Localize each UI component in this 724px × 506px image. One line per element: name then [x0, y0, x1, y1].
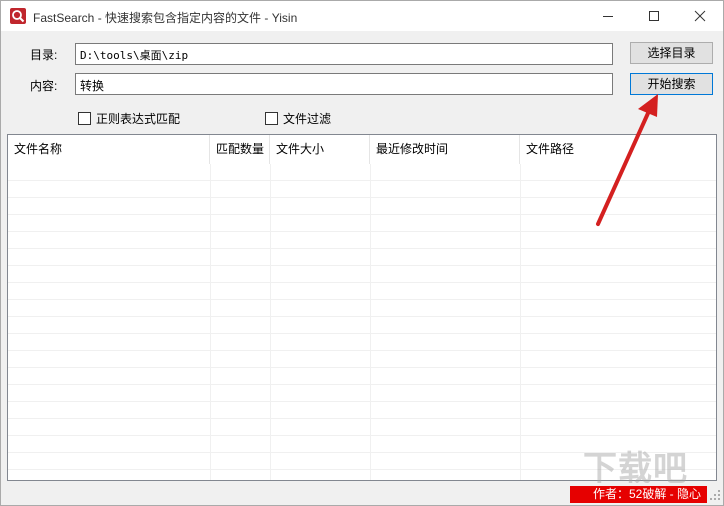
empty-row: [8, 300, 716, 317]
file-filter-checkbox[interactable]: 文件过滤: [265, 110, 331, 126]
status-bar: 作者：52破解 - 隐心: [1, 483, 723, 505]
minimize-button[interactable]: [585, 1, 631, 31]
empty-row: [8, 164, 716, 181]
column-divider: [270, 164, 271, 480]
app-window: FastSearch - 快速搜索包含指定内容的文件 - Yisin 目录: D…: [0, 0, 724, 506]
maximize-icon: [649, 11, 659, 21]
checkbox-box[interactable]: [265, 112, 278, 125]
maximize-button[interactable]: [631, 1, 677, 31]
empty-row: [8, 249, 716, 266]
empty-row: [8, 317, 716, 334]
close-button[interactable]: [677, 1, 723, 31]
select-directory-button[interactable]: 选择目录: [630, 42, 713, 64]
checkbox-box[interactable]: [78, 112, 91, 125]
directory-input[interactable]: D:\tools\桌面\zip: [75, 43, 613, 65]
results-list[interactable]: 文件名称 匹配数量 文件大小 最近修改时间 文件路径: [7, 134, 717, 481]
empty-row: [8, 266, 716, 283]
list-rows: [8, 164, 716, 470]
window-title: FastSearch - 快速搜索包含指定内容的文件 - Yisin: [33, 11, 298, 25]
resize-grip-icon[interactable]: [709, 489, 721, 501]
column-divider: [520, 164, 521, 480]
empty-row: [8, 402, 716, 419]
column-divider: [370, 164, 371, 480]
directory-label: 目录:: [30, 48, 58, 62]
column-header-modified-time[interactable]: 最近修改时间: [370, 135, 520, 164]
minimize-icon: [603, 16, 613, 17]
empty-row: [8, 232, 716, 249]
app-magnifier-icon: [10, 8, 26, 24]
empty-row: [8, 351, 716, 368]
start-search-button[interactable]: 开始搜索: [630, 73, 713, 95]
list-header: 文件名称 匹配数量 文件大小 最近修改时间 文件路径: [8, 135, 716, 164]
empty-row: [8, 215, 716, 232]
file-filter-label: 文件过滤: [283, 112, 332, 126]
title-bar[interactable]: FastSearch - 快速搜索包含指定内容的文件 - Yisin: [1, 1, 723, 31]
column-divider: [210, 164, 211, 480]
content-label: 内容:: [30, 79, 58, 93]
author-status-text: 作者：52破解 - 隐心: [570, 486, 707, 503]
regex-match-label: 正则表达式匹配: [96, 112, 181, 126]
empty-row: [8, 334, 716, 351]
column-header-match-count[interactable]: 匹配数量: [210, 135, 270, 164]
content-input[interactable]: 转换: [75, 73, 613, 95]
empty-row: [8, 283, 716, 300]
column-header-file-size[interactable]: 文件大小: [270, 135, 370, 164]
regex-match-checkbox[interactable]: 正则表达式匹配: [78, 110, 180, 126]
empty-row: [8, 385, 716, 402]
empty-row: [8, 368, 716, 385]
empty-row: [8, 419, 716, 436]
close-icon: [694, 10, 706, 22]
empty-row: [8, 198, 716, 215]
empty-row: [8, 181, 716, 198]
column-header-file-path[interactable]: 文件路径: [520, 135, 716, 164]
column-header-file-name[interactable]: 文件名称: [8, 135, 210, 164]
